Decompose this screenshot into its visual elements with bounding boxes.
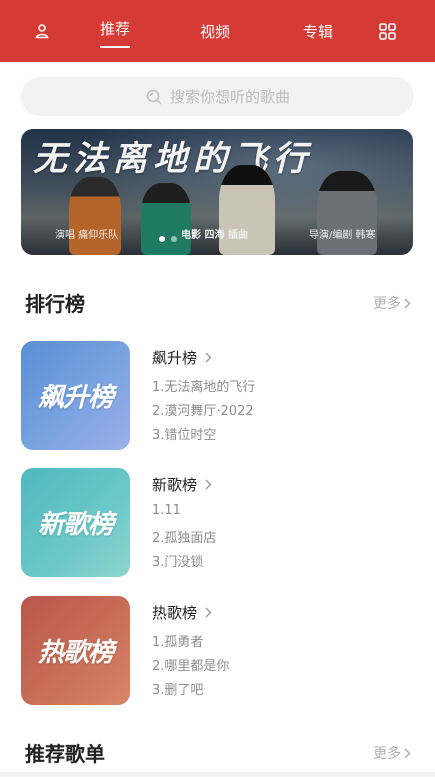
chevron-right-icon [205, 352, 212, 363]
tab-video-label: 视频 [199, 22, 230, 41]
ranking-song[interactable]: 3.错位时空 [152, 424, 216, 443]
ranking-name[interactable]: 热歌榜 [152, 602, 212, 623]
search-input[interactable]: 搜索你想听的歌曲 [21, 77, 414, 116]
ranking-song[interactable]: 1.无法离地的飞行 [152, 376, 255, 395]
ranking-card[interactable]: 新歌榜 新歌榜 1.11 2.孤独面店 3.门没锁 [21, 468, 413, 578]
ranking-name[interactable]: 飙升榜 [152, 347, 212, 368]
chevron-right-icon [404, 747, 411, 759]
bottom-divider [0, 772, 435, 777]
ranking-song[interactable]: 2.哪里都是你 [152, 655, 229, 674]
tab-recommend[interactable]: 推荐 [88, 0, 142, 62]
ranking-card[interactable]: 飙升榜 飙升榜 1.无法离地的飞行 2.漠河舞厅·2022 3.错位时空 [21, 341, 413, 451]
ranking-cover[interactable]: 新歌榜 [21, 468, 130, 577]
playlist-more-link[interactable]: 更多 [373, 743, 411, 763]
banner-caption-director: 导演/编剧 韩寒 [309, 230, 376, 241]
ranking-song[interactable]: 3.门没锁 [152, 551, 203, 570]
ranking-name-label: 飙升榜 [152, 349, 198, 367]
carousel-dots [159, 236, 177, 242]
carousel-dot[interactable] [171, 236, 177, 242]
ranking-name-label: 热歌榜 [152, 604, 198, 622]
ranking-song[interactable]: 3.删了吧 [152, 679, 203, 698]
chevron-right-icon [404, 297, 411, 309]
active-tab-indicator [100, 46, 130, 48]
ranking-name[interactable]: 新歌榜 [152, 474, 212, 495]
banner-caption-singer: 演唱 痛仰乐队 [55, 230, 119, 241]
ranking-name-label: 新歌榜 [152, 476, 198, 494]
search-icon [146, 89, 162, 105]
banner-figure [141, 183, 191, 255]
ranking-card[interactable]: 热歌榜 热歌榜 1.孤勇者 2.哪里都是你 3.删了吧 [21, 596, 413, 706]
tab-recommend-label: 推荐 [99, 20, 130, 38]
grid-icon[interactable] [372, 0, 402, 62]
chevron-right-icon [205, 479, 212, 490]
banner-figure [69, 177, 121, 255]
playlist-more-label: 更多 [373, 746, 401, 762]
charts-section-title: 排行榜 [25, 292, 85, 316]
ranking-song[interactable]: 2.漠河舞厅·2022 [152, 400, 254, 419]
tab-album[interactable]: 专辑 [291, 0, 345, 62]
top-nav-bar: 推荐 视频 专辑 [0, 0, 435, 62]
search-placeholder: 搜索你想听的歌曲 [169, 88, 290, 106]
charts-more-link[interactable]: 更多 [373, 293, 411, 313]
banner-caption-movie: 电影 四海 插曲 [181, 230, 248, 241]
user-icon[interactable] [26, 0, 58, 62]
banner-title: 无法离地的飞行 [33, 139, 313, 179]
banner-figure [317, 171, 377, 255]
ranking-cover[interactable]: 飙升榜 [21, 341, 130, 450]
tab-video[interactable]: 视频 [188, 0, 242, 62]
chevron-right-icon [205, 607, 212, 618]
charts-more-label: 更多 [373, 296, 401, 312]
ranking-song[interactable]: 1.孤勇者 [152, 631, 203, 650]
banner-figure [219, 165, 275, 255]
carousel-dot[interactable] [159, 236, 165, 242]
banner-carousel[interactable]: 无法离地的飞行 演唱 痛仰乐队 电影 四海 插曲 导演/编剧 韩寒 [21, 129, 413, 255]
ranking-song[interactable]: 2.孤独面店 [152, 527, 216, 546]
playlist-section-title: 推荐歌单 [25, 742, 105, 766]
tab-album-label: 专辑 [302, 22, 333, 41]
ranking-cover[interactable]: 热歌榜 [21, 596, 130, 705]
ranking-song[interactable]: 1.11 [152, 503, 181, 518]
